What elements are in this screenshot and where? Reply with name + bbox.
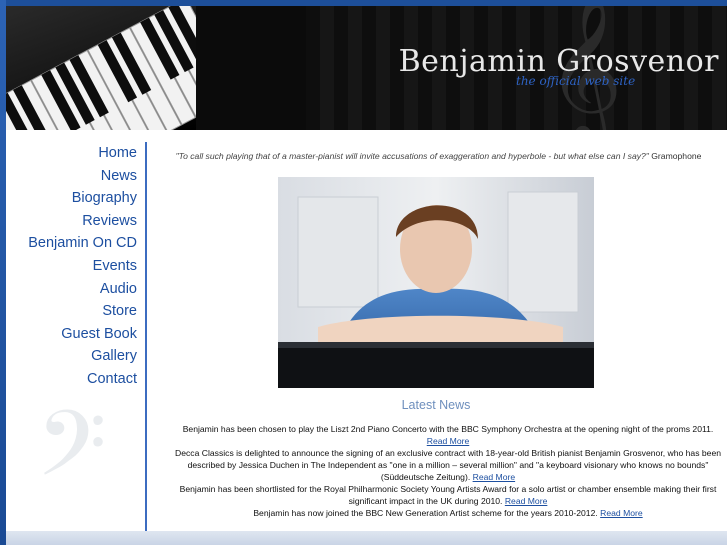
nav-link-news[interactable]: News [6, 165, 137, 188]
nav-link-reviews[interactable]: Reviews [6, 210, 137, 233]
read-more-link[interactable]: Read More [505, 496, 548, 506]
nav-link-biography[interactable]: Biography [6, 187, 137, 210]
piano-keyboard-image [6, 6, 196, 130]
news-item-text: Decca Classics is delighted to announce … [175, 448, 721, 482]
page-footer-band [6, 531, 727, 545]
news-item-text: Benjamin has been chosen to play the Lis… [182, 424, 714, 434]
nav-link-home[interactable]: Home [6, 142, 137, 165]
news-item: Benjamin has been shortlisted for the Ro… [174, 483, 722, 507]
news-item: Benjamin has now joined the BBC New Gene… [174, 507, 722, 519]
nav-link-contact[interactable]: Contact [6, 368, 137, 391]
main-content: 𝄢 Home News Biography Reviews Benjamin O… [6, 130, 727, 545]
press-quote: "To call such playing that of a master-p… [156, 151, 721, 161]
site-header: 𝄞 Benjamin Grosvenor the official web si… [6, 6, 727, 130]
news-list: Benjamin has been chosen to play the Lis… [174, 423, 722, 519]
nav-link-audio[interactable]: Audio [6, 278, 137, 301]
nav-link-gallery[interactable]: Gallery [6, 345, 137, 368]
bass-clef-icon: 𝄢 [36, 391, 107, 519]
quote-source: Gramophone [651, 151, 702, 161]
quote-text: "To call such playing that of a master-p… [175, 151, 649, 161]
nav-link-events[interactable]: Events [6, 255, 137, 278]
nav-link-guest-book[interactable]: Guest Book [6, 323, 137, 346]
nav-link-benjamin-on-cd[interactable]: Benjamin On CD [6, 232, 137, 255]
news-item: Decca Classics is delighted to announce … [174, 447, 722, 483]
read-more-link[interactable]: Read More [600, 508, 643, 518]
nav-link-store[interactable]: Store [6, 300, 137, 323]
read-more-link[interactable]: Read More [427, 436, 470, 446]
main-navigation: Home News Biography Reviews Benjamin On … [6, 142, 137, 391]
latest-news-heading: Latest News [401, 398, 471, 412]
news-item-text: Benjamin has been shortlisted for the Ro… [179, 484, 717, 506]
nav-divider [145, 142, 147, 532]
pianist-photo [278, 177, 594, 388]
news-item: Benjamin has been chosen to play the Lis… [174, 423, 722, 447]
news-item-text: Benjamin has now joined the BBC New Gene… [253, 508, 598, 518]
site-tagline: the official web site [516, 74, 636, 88]
read-more-link[interactable]: Read More [473, 472, 516, 482]
